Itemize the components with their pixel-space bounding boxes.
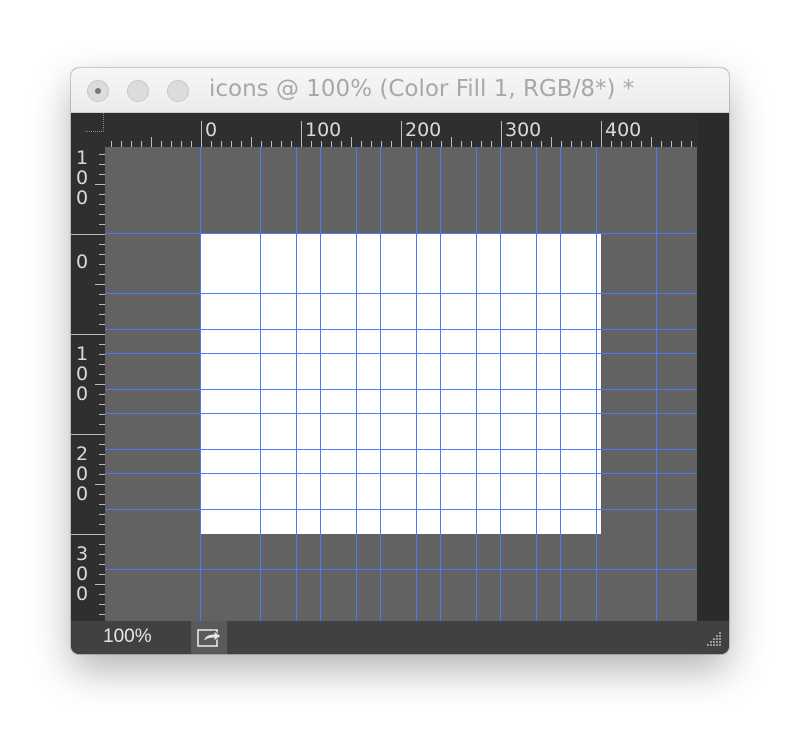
h-ruler-label: 0 <box>205 119 217 141</box>
ruler-origin-icon <box>85 113 104 132</box>
zoom-button[interactable] <box>167 80 189 102</box>
h-ruler-label: 300 <box>505 119 541 141</box>
vertical-ruler-ticks: 100 0 100 200 300 <box>71 147 105 615</box>
vertical-ruler[interactable]: 100 0 100 200 300 <box>71 147 105 621</box>
share-button[interactable] <box>191 621 227 654</box>
h-ruler-label: 100 <box>305 119 341 141</box>
share-icon <box>197 629 222 647</box>
window-title: icons @ 100% (Color Fill 1, RGB/8*) * <box>209 76 635 102</box>
horizontal-ruler-ticks: 0 100 200 300 400 <box>111 119 692 147</box>
guides-overlay <box>105 147 697 621</box>
document-window: icons @ 100% (Color Fill 1, RGB/8*) * 0 <box>71 68 729 654</box>
close-button[interactable] <box>87 80 109 102</box>
status-bar: 100% <box>71 621 729 654</box>
v-ruler-label: 100 <box>76 147 88 209</box>
h-ruler-label: 400 <box>605 119 641 141</box>
horizontal-ruler[interactable]: 0 100 200 300 400 <box>105 113 697 147</box>
close-icon <box>95 88 101 94</box>
v-ruler-label: 200 <box>76 443 88 505</box>
v-ruler-label: 100 <box>76 343 88 405</box>
ruler-origin-corner[interactable] <box>71 113 105 147</box>
v-ruler-labels: 100 0 100 200 300 <box>76 147 88 605</box>
resize-grip-icon[interactable] <box>705 630 723 648</box>
title-bar[interactable]: icons @ 100% (Color Fill 1, RGB/8*) * <box>71 68 729 113</box>
v-ruler-label: 0 <box>76 251 88 273</box>
v-ruler-label: 300 <box>76 543 88 605</box>
vertical-scrollbar[interactable] <box>697 113 729 621</box>
zoom-level[interactable]: 100% <box>103 626 152 648</box>
minimize-button[interactable] <box>127 80 149 102</box>
pasteboard[interactable] <box>105 147 697 621</box>
h-ruler-label: 200 <box>405 119 441 141</box>
